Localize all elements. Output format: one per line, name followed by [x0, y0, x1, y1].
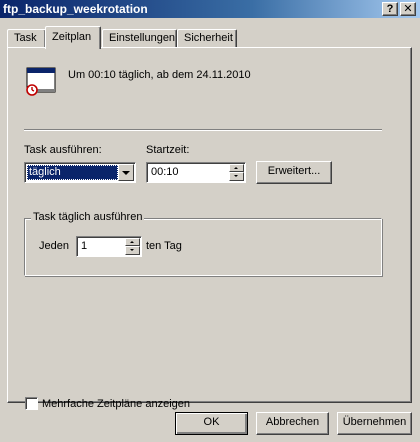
apply-button[interactable]: Übernehmen: [337, 412, 412, 435]
close-button[interactable]: ✕: [400, 2, 416, 16]
tab-zeitplan-label: Zeitplan: [52, 31, 92, 43]
tab-task-label: Task: [14, 32, 37, 44]
start-time-spinner: [229, 164, 244, 181]
cancel-button[interactable]: Abbrechen: [256, 412, 329, 435]
run-task-selected-value: täglich: [27, 165, 118, 180]
ok-button[interactable]: OK: [175, 412, 248, 435]
tab-sicherheit-label: Sicherheit: [184, 32, 233, 44]
every-days-field[interactable]: 1: [76, 236, 142, 257]
every-label: Jeden: [39, 240, 69, 252]
start-time-label: Startzeit:: [146, 144, 190, 156]
multi-schedule-label: Mehrfache Zeitpläne anzeigen: [42, 398, 190, 410]
multi-schedule-checkbox[interactable]: [25, 397, 38, 410]
daily-run-group-title: Task täglich ausführen: [31, 211, 145, 223]
every-days-spinner: [125, 238, 140, 255]
tab-einstellungen-label: Einstellungen: [109, 32, 176, 44]
spin-down-icon[interactable]: [229, 172, 244, 181]
every-days-suffix: ten Tag: [146, 240, 182, 252]
start-time-field[interactable]: 00:10: [146, 162, 246, 183]
spin-down-icon[interactable]: [125, 246, 140, 255]
daily-run-group: Task täglich ausführen Jeden 1 ten Tag: [24, 211, 382, 276]
tab-einstellungen[interactable]: Einstellungen: [102, 29, 177, 48]
spin-up-icon[interactable]: [229, 164, 244, 172]
spin-up-icon[interactable]: [125, 238, 140, 246]
every-days-value: 1: [81, 240, 88, 252]
run-task-label: Task ausführen:: [24, 144, 102, 156]
calendar-schedule-icon: [26, 67, 56, 96]
schedule-summary: Um 00:10 täglich, ab dem 24.11.2010: [68, 69, 251, 81]
tab-task[interactable]: Task: [7, 29, 46, 48]
tab-sicherheit[interactable]: Sicherheit: [177, 29, 237, 48]
dialog-body: Task Zeitplan Einstellungen Sicherheit U…: [0, 18, 420, 442]
window-title: ftp_backup_weekrotation: [3, 2, 148, 16]
start-time-value: 00:10: [151, 166, 179, 178]
tab-panel-zeitplan: Um 00:10 täglich, ab dem 24.11.2010 Task…: [7, 47, 412, 410]
tab-zeitplan[interactable]: Zeitplan: [45, 26, 101, 49]
chevron-down-icon[interactable]: [118, 164, 134, 181]
separator: [24, 129, 382, 131]
title-bar[interactable]: ftp_backup_weekrotation ? ✕: [0, 0, 420, 18]
help-button[interactable]: ?: [382, 2, 398, 16]
advanced-button[interactable]: Erweitert...: [256, 161, 332, 184]
run-task-select[interactable]: täglich: [24, 162, 136, 183]
